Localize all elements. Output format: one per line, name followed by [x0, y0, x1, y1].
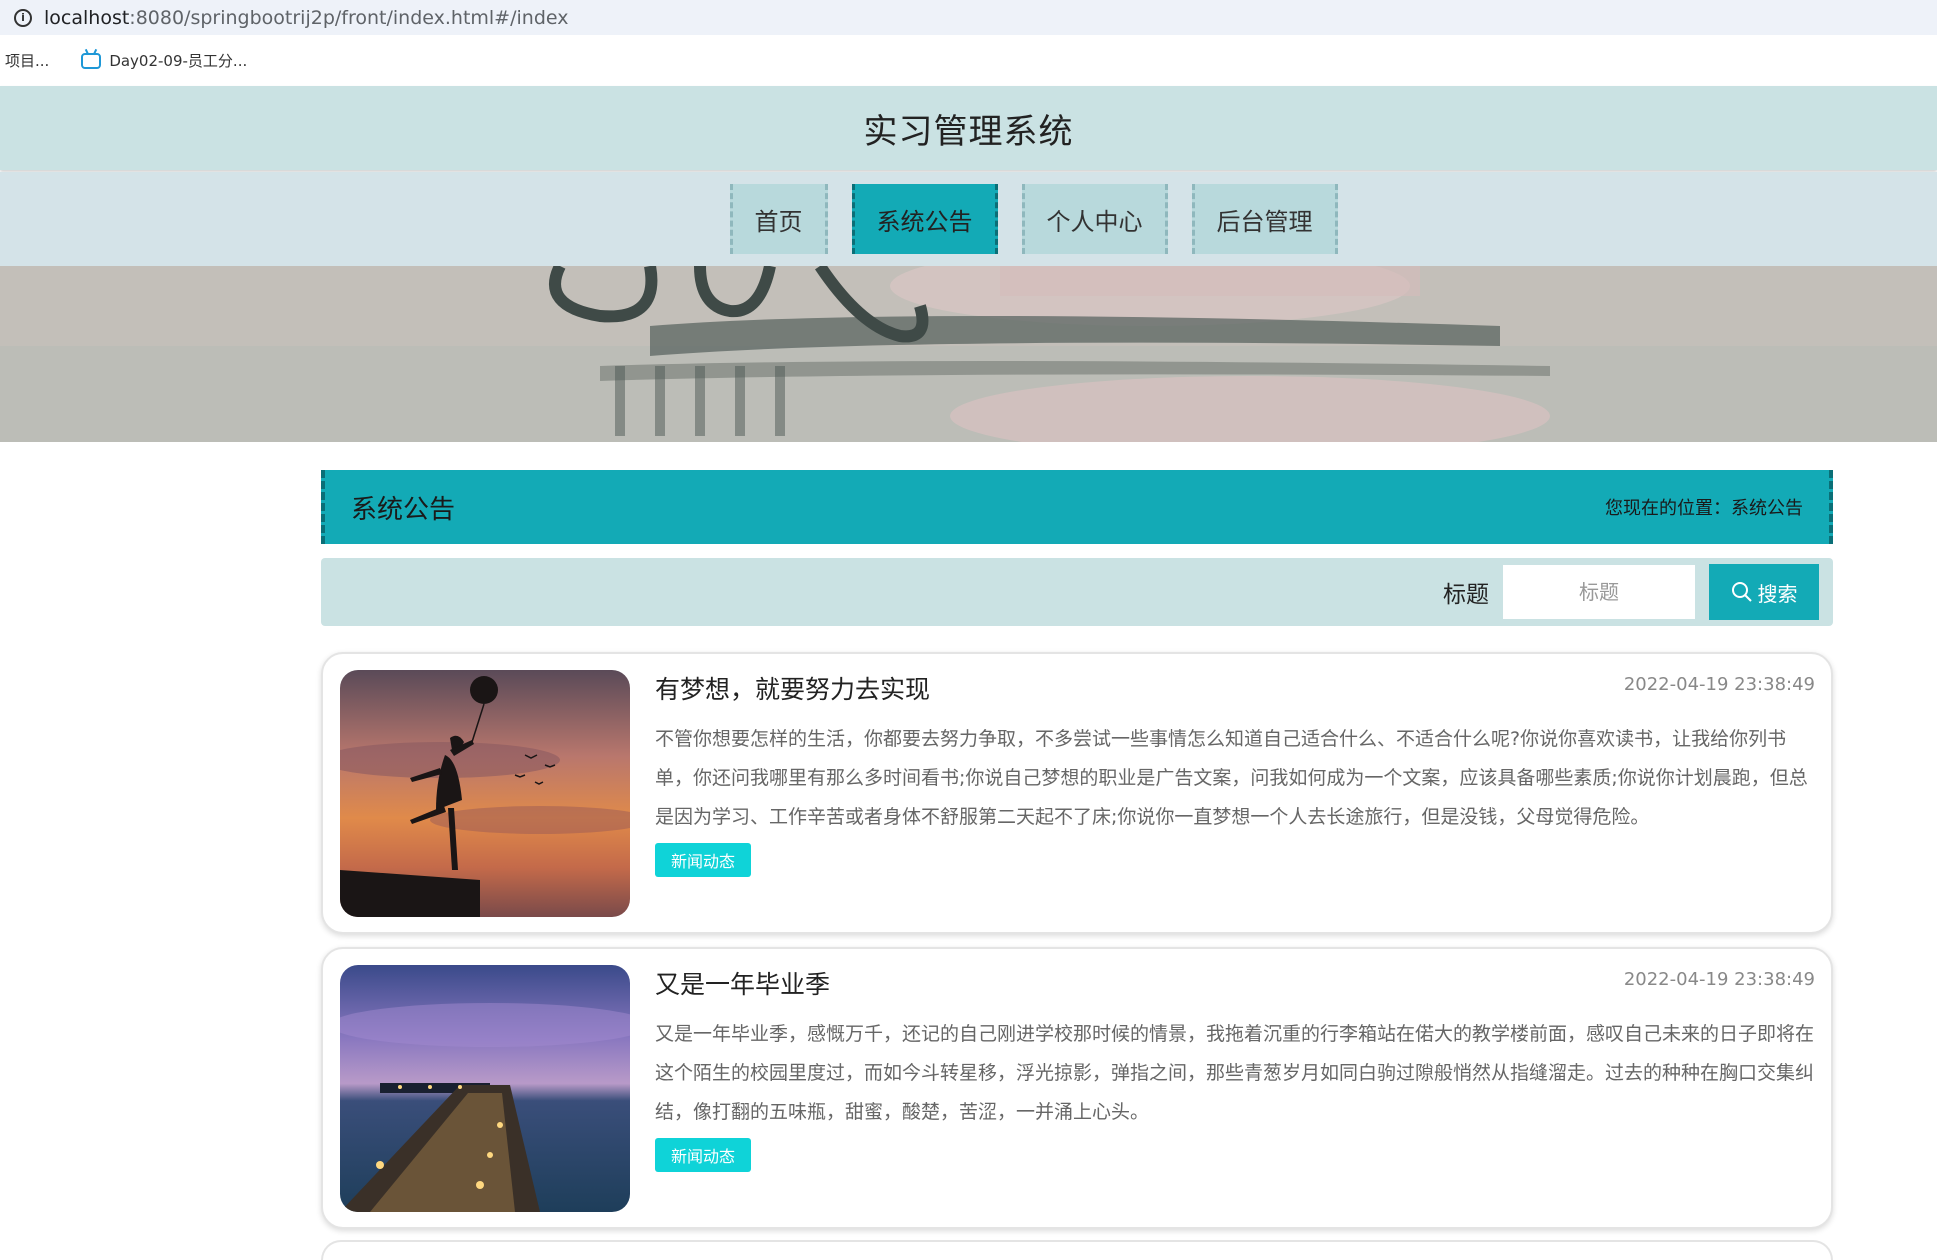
- search-icon: [1731, 582, 1752, 602]
- notice-date: 2022-04-19 23:38:49: [1623, 969, 1815, 990]
- notice-title[interactable]: 又是一年毕业季: [655, 965, 830, 1001]
- notice-title[interactable]: 有梦想，就要努力去实现: [655, 670, 930, 706]
- search-label: 标题: [1443, 582, 1489, 608]
- search-bar: 标题 搜索: [321, 558, 1833, 626]
- banner-image: [0, 266, 1937, 442]
- girl-with-balloon-image: [340, 670, 630, 917]
- site-title: 实习管理系统: [863, 111, 1074, 152]
- url-text[interactable]: localhost:8080/springbootrij2p/front/ind…: [44, 7, 569, 29]
- url-host: localhost: [44, 6, 130, 29]
- bookmark-label: Day02-09-员工分...: [109, 52, 248, 70]
- bilibili-icon: [81, 52, 102, 69]
- notice-thumbnail[interactable]: [340, 670, 630, 917]
- address-bar[interactable]: i localhost:8080/springbootrij2p/front/i…: [0, 0, 1937, 35]
- breadcrumb: 您现在的位置：系统公告: [1605, 494, 1803, 520]
- search-button-label: 搜索: [1757, 583, 1798, 606]
- site-info-icon[interactable]: i: [14, 8, 32, 27]
- notice-thumbnail[interactable]: [340, 965, 630, 1212]
- notice-card[interactable]: 有梦想，就要努力去实现 2022-04-19 23:38:49 不管你想要怎样的…: [321, 652, 1833, 934]
- pier-at-dusk-image: [340, 965, 630, 1212]
- nav-item-notices[interactable]: 系统公告: [851, 184, 998, 254]
- breadcrumb-prefix: 您现在的位置：: [1605, 498, 1731, 519]
- section-header: 系统公告 您现在的位置：系统公告: [321, 470, 1833, 544]
- site-header: 实习管理系统: [0, 86, 1937, 170]
- notice-tag[interactable]: 新闻动态: [655, 843, 752, 877]
- notice-tag[interactable]: 新闻动态: [655, 1138, 752, 1172]
- notice-date: 2022-04-19 23:38:49: [1623, 674, 1815, 695]
- nav-item-profile[interactable]: 个人中心: [1021, 184, 1168, 254]
- bookmark-label: 项目...: [5, 52, 50, 70]
- bookmark-project[interactable]: 项目...: [5, 50, 49, 71]
- section-title: 系统公告: [351, 494, 456, 525]
- hero-banner: [0, 266, 1937, 442]
- search-button[interactable]: 搜索: [1709, 564, 1819, 620]
- notice-summary: 不管你想要怎样的生活，你都要去努力争取，不多尝试一些事情怎么知道自己适合什么、不…: [655, 728, 1808, 828]
- title-search-input[interactable]: [1503, 565, 1695, 619]
- notice-card-partial: [321, 1240, 1833, 1260]
- nav-item-home[interactable]: 首页: [729, 184, 828, 254]
- notice-card[interactable]: 又是一年毕业季 2022-04-19 23:38:49 又是一年毕业季，感慨万千…: [321, 947, 1833, 1229]
- main-nav: 首页 系统公告 个人中心 后台管理: [0, 172, 1937, 266]
- url-path: :8080/springbootrij2p/front/index.html#/…: [129, 6, 569, 29]
- breadcrumb-current[interactable]: 系统公告: [1731, 498, 1803, 519]
- nav-item-admin[interactable]: 后台管理: [1191, 184, 1338, 254]
- bookmarks-bar: 项目... Day02-09-员工分...: [0, 35, 1937, 86]
- bookmark-day02[interactable]: Day02-09-员工分...: [81, 50, 247, 71]
- notice-summary: 又是一年毕业季，感慨万千，还记的自己刚进学校那时候的情景，我拖着沉重的行李箱站在…: [655, 1023, 1815, 1123]
